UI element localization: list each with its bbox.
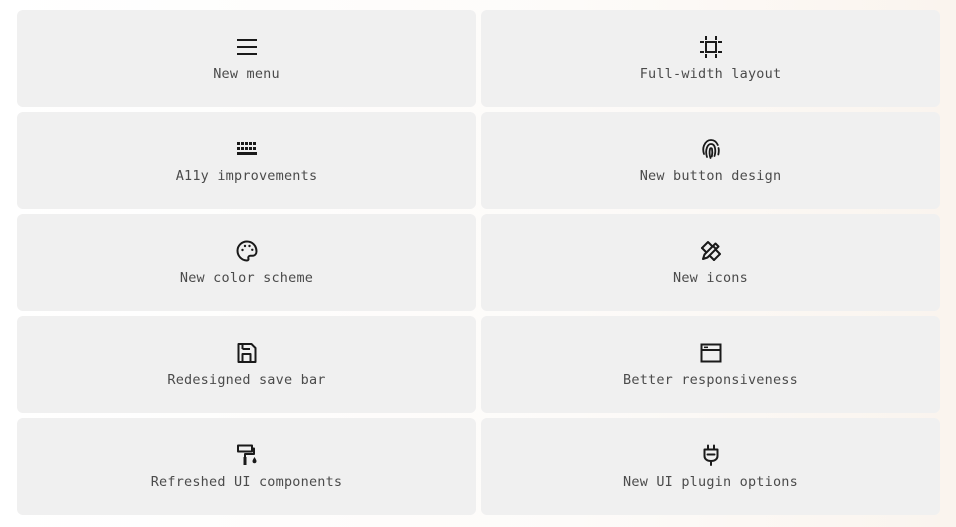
feature-card-better-responsiveness[interactable]: Better responsiveness — [481, 316, 940, 413]
feature-card-refreshed-ui-components[interactable]: Refreshed UI components — [17, 418, 476, 515]
feature-label: New menu — [213, 66, 280, 82]
feature-card-full-width-layout[interactable]: Full-width layout — [481, 10, 940, 107]
feature-card-redesigned-save-bar[interactable]: Redesigned save bar — [17, 316, 476, 413]
feature-label: New UI plugin options — [623, 474, 798, 490]
feature-label: New button design — [639, 168, 782, 184]
floppy-disk-icon — [235, 341, 259, 365]
crop-icon — [699, 35, 723, 59]
feature-label: New color scheme — [179, 270, 314, 286]
feature-label: Redesigned save bar — [167, 372, 326, 388]
design-tools-icon — [699, 239, 723, 263]
feature-label: Full-width layout — [639, 66, 782, 82]
plug-icon — [699, 443, 723, 467]
browser-window-icon — [699, 341, 723, 365]
fingerprint-icon — [699, 137, 723, 161]
feature-label: Better responsiveness — [623, 372, 798, 388]
feature-label: Refreshed UI components — [150, 474, 343, 490]
menu-icon — [235, 35, 259, 59]
feature-grid: New menu Full-width layout A11y improvem… — [17, 10, 940, 515]
feature-label: A11y improvements — [175, 168, 318, 184]
feature-card-a11y-improvements[interactable]: A11y improvements — [17, 112, 476, 209]
feature-card-new-button-design[interactable]: New button design — [481, 112, 940, 209]
feature-card-new-ui-plugin-options[interactable]: New UI plugin options — [481, 418, 940, 515]
keyboard-icon — [235, 137, 259, 161]
paint-roller-icon — [235, 443, 259, 467]
feature-label: New icons — [673, 270, 748, 286]
feature-card-new-menu[interactable]: New menu — [17, 10, 476, 107]
feature-card-new-icons[interactable]: New icons — [481, 214, 940, 311]
feature-card-new-color-scheme[interactable]: New color scheme — [17, 214, 476, 311]
palette-icon — [235, 239, 259, 263]
